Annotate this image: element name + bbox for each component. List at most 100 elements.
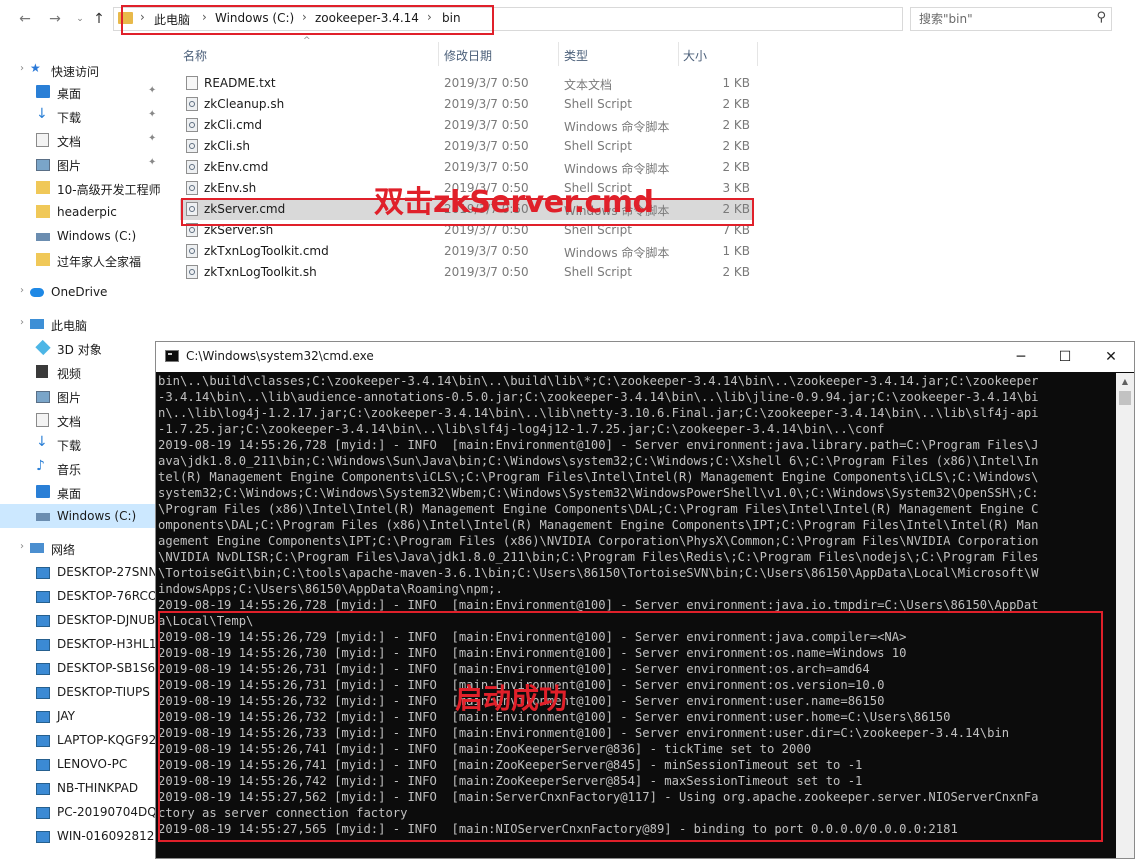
column-size[interactable]: 大小 (683, 47, 707, 64)
picture-icon (36, 391, 50, 403)
scroll-up-icon[interactable]: ▲ (1116, 373, 1134, 391)
file-modified: 2019/3/7 0:50 (444, 118, 529, 132)
sidebar-item[interactable]: Windows (C:) (0, 504, 166, 528)
column-divider[interactable] (757, 42, 758, 66)
sidebar-item[interactable]: LAPTOP-KQGF92 (0, 728, 166, 752)
sidebar-item[interactable]: WIN-016092812 (0, 824, 166, 848)
drive-icon (36, 233, 50, 241)
maximize-button[interactable]: ☐ (1042, 342, 1088, 372)
sidebar-item[interactable]: ↓ 下载 ✦ (0, 104, 166, 128)
column-divider[interactable] (558, 42, 559, 66)
sidebar-item[interactable]: 过年家人全家福 (0, 248, 166, 272)
column-type[interactable]: 类型 (564, 47, 588, 64)
sidebar-item[interactable]: DESKTOP-SB1S6 (0, 656, 166, 680)
sidebar-item-label: headerpic (57, 205, 117, 219)
sidebar-item[interactable]: 文档 (0, 408, 166, 432)
search-input[interactable] (917, 10, 1091, 28)
file-row[interactable]: README.txt 2019/3/7 0:50 文本文档 1 KB (180, 73, 754, 94)
sidebar-item-label: 文档 (57, 415, 82, 429)
chevron-right-icon[interactable]: › (20, 285, 24, 296)
arrow-up-icon[interactable]: ↑ (90, 10, 108, 28)
sidebar-item[interactable]: NB-THINKPAD (0, 776, 166, 800)
network-icon (30, 543, 44, 553)
desktop-icon (36, 485, 50, 498)
chevron-right-icon[interactable]: › (20, 317, 24, 328)
minimize-button[interactable]: ─ (998, 342, 1044, 372)
sidebar-item[interactable]: › 网络 (0, 536, 166, 560)
success-highlight-box (158, 611, 1103, 842)
sidebar-item[interactable]: DESKTOP-27SNN (0, 560, 166, 584)
sidebar-item[interactable]: headerpic (0, 200, 166, 224)
sidebar-item[interactable]: DESKTOP-DJNUB (0, 608, 166, 632)
scroll-thumb[interactable] (1119, 391, 1131, 405)
3d-objects-icon (35, 339, 51, 356)
sidebar-item[interactable]: › 此电脑 (0, 312, 166, 336)
file-row[interactable]: zkEnv.cmd 2019/3/7 0:50 Windows 命令脚本 2 KB (180, 157, 754, 178)
sidebar-item-label: 视频 (57, 367, 82, 381)
arrow-left-icon[interactable]: ← (16, 10, 34, 28)
sidebar-item[interactable]: 3D 对象 (0, 336, 166, 360)
sidebar-item-label: OneDrive (51, 285, 108, 299)
column-divider[interactable] (438, 42, 439, 66)
sidebar-item[interactable]: ♪ 音乐 (0, 456, 166, 480)
sidebar-item[interactable]: 图片 ✦ (0, 152, 166, 176)
file-row[interactable]: zkCleanup.sh 2019/3/7 0:50 Shell Script 2 K… (180, 94, 754, 115)
sidebar-item[interactable]: JAY (0, 704, 166, 728)
sidebar-item[interactable]: ↓ 下载 (0, 432, 166, 456)
sidebar-item[interactable]: DESKTOP-76RCO (0, 584, 166, 608)
monitor-icon (36, 807, 50, 819)
console-line: bin\..\build\classes;C:\zookeeper-3.4.14… (158, 374, 1039, 388)
sort-ascending-icon: ^ (303, 36, 311, 46)
sidebar-item[interactable]: LENOVO-PC (0, 752, 166, 776)
search-icon[interactable]: ⚲ (1096, 10, 1106, 25)
console-line: omponents\DAL;C:\Program Files (x86)\Int… (158, 518, 1039, 532)
address-highlight-box (121, 5, 494, 35)
arrow-right-icon[interactable]: → (46, 10, 64, 28)
sidebar-item[interactable]: 桌面 ✦ (0, 80, 166, 104)
chevron-right-icon[interactable]: › (20, 541, 24, 552)
monitor-icon (36, 735, 50, 747)
sidebar-item[interactable]: 视频 (0, 360, 166, 384)
cmd-title-bar[interactable]: C:\Windows\system32\cmd.exe ─ ☐ ✕ (156, 342, 1134, 372)
file-type: Shell Script (564, 265, 632, 279)
file-size: 1 KB (722, 244, 750, 258)
column-name[interactable]: 名称 (183, 47, 207, 64)
chevron-right-icon[interactable]: › (20, 63, 24, 74)
sidebar-item[interactable]: 文档 ✦ (0, 128, 166, 152)
cmd-scrollbar[interactable]: ▲ (1116, 373, 1134, 858)
file-name: zkEnv.cmd (204, 160, 269, 174)
column-divider[interactable] (678, 42, 679, 66)
sidebar-item[interactable]: Windows (C:) (0, 224, 166, 248)
console-line: -3.4.14\bin\..\lib\audience-annotations-… (158, 390, 1039, 404)
explorer-nav-bar: ← → ⌄ ↑ › 此电脑 › Windows (C:) › zookeeper… (0, 0, 1138, 38)
file-row[interactable]: zkCli.sh 2019/3/7 0:50 Shell Script 2 KB (180, 136, 754, 157)
file-row[interactable]: zkTxnLogToolkit.cmd 2019/3/7 0:50 Windows … (180, 241, 754, 262)
sidebar-item[interactable]: DESKTOP-H3HL1 (0, 632, 166, 656)
file-size: 2 KB (722, 139, 750, 153)
sidebar-item[interactable]: › OneDrive (0, 280, 166, 304)
chevron-down-icon[interactable]: ⌄ (71, 10, 89, 28)
console-line: \NVIDIA NvDLISR;C:\Program Files\Java\jd… (158, 550, 1039, 564)
sidebar-item[interactable]: 图片 (0, 384, 166, 408)
sidebar-item[interactable]: 10-高级开发工程师 (0, 176, 166, 200)
sidebar-item-label: 网络 (51, 543, 76, 557)
file-row[interactable]: zkCli.cmd 2019/3/7 0:50 Windows 命令脚本 2 KB (180, 115, 754, 136)
sidebar-item-label: LAPTOP-KQGF92 (57, 733, 157, 747)
console-line: indowsApps;C:\Users\86150\AppData\Roamin… (158, 582, 503, 596)
sidebar-item[interactable]: DESKTOP-TIUPS (0, 680, 166, 704)
column-modified[interactable]: 修改日期 (444, 47, 492, 64)
file-name: zkCli.sh (204, 139, 250, 153)
file-size: 1 KB (722, 76, 750, 90)
computer-icon (30, 319, 44, 329)
sidebar-item[interactable]: PC-20190704DQ (0, 800, 166, 824)
sidebar-item-label: 此电脑 (51, 319, 88, 333)
file-type: Windows 命令脚本 (564, 246, 670, 260)
file-type: Windows 命令脚本 (564, 120, 670, 134)
monitor-icon (36, 591, 50, 603)
sidebar-item[interactable]: 桌面 (0, 480, 166, 504)
column-header: ^ 名称 修改日期 类型 大小 (166, 36, 1138, 68)
close-button[interactable]: ✕ (1088, 342, 1134, 372)
sidebar-item[interactable]: ★ › 快速访问 (0, 58, 166, 82)
search-box[interactable]: ⚲ (910, 7, 1112, 31)
file-row[interactable]: zkTxnLogToolkit.sh 2019/3/7 0:50 Shell Scr… (180, 262, 754, 283)
